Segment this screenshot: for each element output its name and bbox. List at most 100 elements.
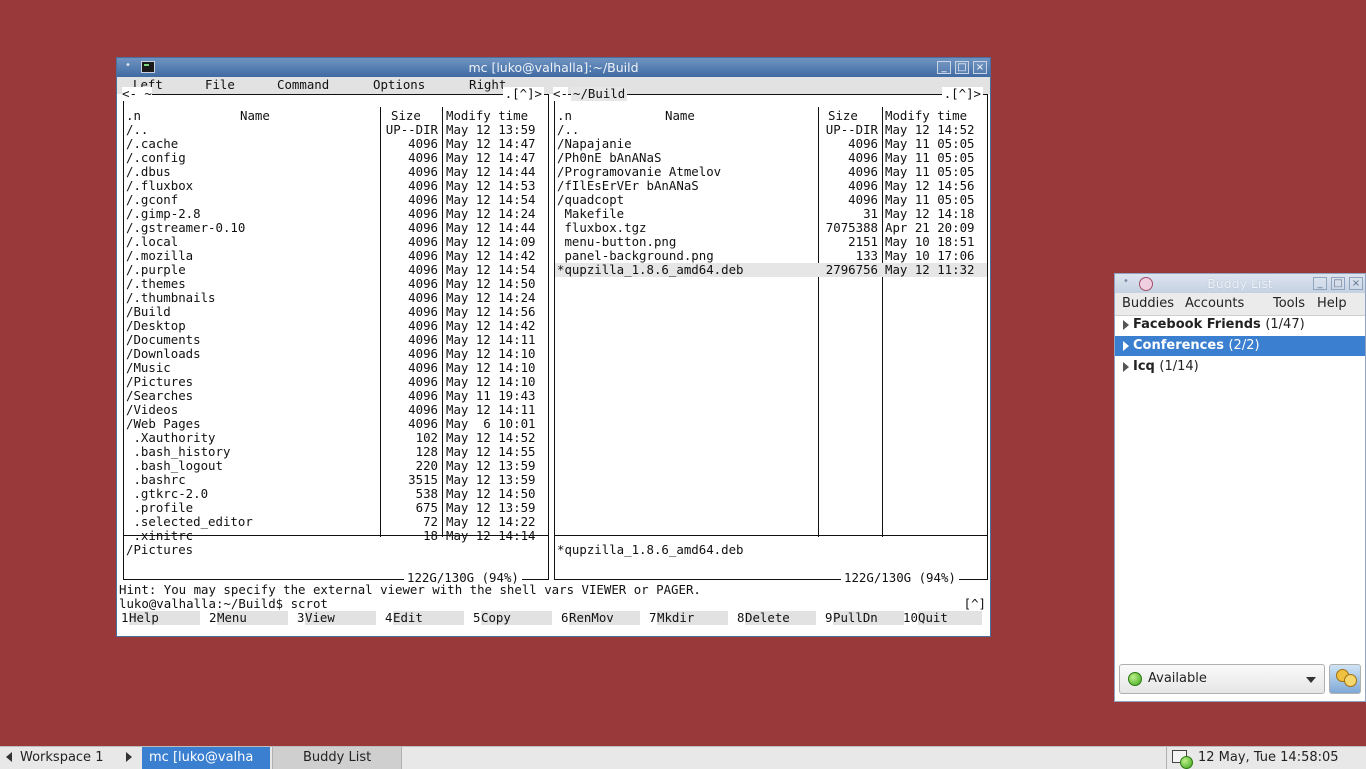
file-row[interactable]: /.config 4096 May 12 14:47	[124, 151, 548, 165]
file-row[interactable]: /Searches 4096 May 11 19:43	[124, 389, 548, 403]
fkey-view[interactable]: 3 View	[297, 611, 383, 626]
fkey-pulldn[interactable]: 9 PullDn	[825, 611, 911, 626]
file-row[interactable]: /Build 4096 May 12 14:56	[124, 305, 548, 319]
file-row[interactable]: panel-background.png 133 May 10 17:06	[555, 249, 987, 263]
task-mc[interactable]: mc [luko@valha	[142, 747, 270, 769]
fkey-quit[interactable]: 10 Quit	[903, 611, 990, 626]
fkey-menu[interactable]: 2 Menu	[209, 611, 295, 626]
expander-icon[interactable]	[1123, 320, 1129, 330]
mc-titlebar[interactable]: • mc [luko@valhalla]:~/Build _ □ ×	[117, 58, 990, 77]
right-panel-back[interactable]: <-	[553, 87, 568, 101]
maximize-icon[interactable]: □	[1331, 277, 1345, 290]
status-selector[interactable]: Available	[1119, 664, 1325, 694]
close-icon[interactable]: ×	[973, 61, 987, 74]
group-icq[interactable]: Icq (1/14)	[1115, 357, 1365, 377]
buddy-titlebar[interactable]: • Buddy List _ □ ×	[1115, 274, 1365, 293]
menu-options[interactable]: Options	[373, 78, 425, 92]
file-row[interactable]: /Downloads 4096 May 12 14:10	[124, 347, 548, 361]
minimize-icon[interactable]: _	[1313, 277, 1327, 290]
file-row[interactable]: fluxbox.tgz 7075388 Apr 21 20:09	[555, 221, 987, 235]
command-line-control[interactable]: [^]	[964, 597, 986, 611]
col-header-name[interactable]: Name	[240, 109, 270, 123]
file-row[interactable]: /.local 4096 May 12 14:09	[124, 235, 548, 249]
col-header-size[interactable]: Size	[391, 109, 421, 123]
file-row[interactable]: .profile 675 May 12 13:59	[124, 501, 548, 515]
file-row[interactable]: .gtkrc-2.0 538 May 12 14:50	[124, 487, 548, 501]
menu-command[interactable]: Command	[277, 78, 329, 92]
menu-help[interactable]: Help	[1317, 296, 1347, 311]
file-row[interactable]: /fIlEsErVEr bAnANaS 4096 May 12 14:56	[555, 179, 987, 193]
menu-tools[interactable]: Tools	[1273, 296, 1305, 311]
file-row[interactable]: /.. UP--DIR May 12 14:52	[555, 123, 987, 137]
file-row[interactable]: /.mozilla 4096 May 12 14:42	[124, 249, 548, 263]
minimize-icon[interactable]: _	[937, 61, 951, 74]
tray-pidgin-icon[interactable]	[1166, 747, 1193, 769]
file-row[interactable]: /Web Pages 4096 May 6 10:01	[124, 417, 548, 431]
file-row[interactable]: /Programovanie Atmelov 4096 May 11 05:05	[555, 165, 987, 179]
expander-icon[interactable]	[1123, 362, 1129, 372]
col-header-n[interactable]: .n	[557, 109, 572, 123]
file-row[interactable]: /.thumbnails 4096 May 12 14:24	[124, 291, 548, 305]
file-row[interactable]: /.fluxbox 4096 May 12 14:53	[124, 179, 548, 193]
menu-file[interactable]: File	[205, 78, 235, 92]
left-panel-path[interactable]: <- ~	[122, 87, 152, 101]
fkey-renmov[interactable]: 6 RenMov	[561, 611, 647, 626]
menu-right[interactable]: Right	[469, 78, 506, 92]
file-row[interactable]: /.. UP--DIR May 12 13:59	[124, 123, 548, 137]
file-row[interactable]: /.cache 4096 May 12 14:47	[124, 137, 548, 151]
col-header-time[interactable]: Modify time	[885, 109, 967, 123]
col-header-name[interactable]: Name	[665, 109, 695, 123]
file-row[interactable]: .xinitrc 18 May 12 14:14	[124, 529, 548, 543]
file-row[interactable]: /.gstreamer-0.10 4096 May 12 14:44	[124, 221, 548, 235]
fkey-delete[interactable]: 8 Delete	[737, 611, 823, 626]
workspace-label[interactable]: Workspace 1	[20, 750, 103, 765]
close-icon[interactable]: ×	[1349, 277, 1363, 290]
file-row[interactable]: /.dbus 4096 May 12 14:44	[124, 165, 548, 179]
file-row[interactable]: /Videos 4096 May 12 14:11	[124, 403, 548, 417]
command-line-input[interactable]: luko@valhalla:~/Build$ scrot	[119, 597, 328, 611]
file-row[interactable]: /Ph0nE bAnANaS 4096 May 11 05:05	[555, 151, 987, 165]
buddy-icon-button[interactable]	[1329, 664, 1361, 694]
file-row[interactable]: .selected_editor 72 May 12 14:22	[124, 515, 548, 529]
fkey-help[interactable]: 1 Help	[121, 611, 207, 626]
file-row[interactable]: /.themes 4096 May 12 14:50	[124, 277, 548, 291]
file-row[interactable]: /Napajanie 4096 May 11 05:05	[555, 137, 987, 151]
task-buddy-list[interactable]: Buddy List	[272, 747, 402, 769]
file-row[interactable]: /Music 4096 May 12 14:10	[124, 361, 548, 375]
left-panel-controls[interactable]: .[^]>	[502, 87, 544, 101]
expander-icon[interactable]	[1123, 341, 1129, 351]
file-row[interactable]: /.purple 4096 May 12 14:54	[124, 263, 548, 277]
fkey-copy[interactable]: 5 Copy	[473, 611, 559, 626]
file-row[interactable]: .bash_logout 220 May 12 13:59	[124, 459, 548, 473]
file-row[interactable]: /.gimp-2.8 4096 May 12 14:24	[124, 207, 548, 221]
fkey-edit[interactable]: 4 Edit	[385, 611, 471, 626]
menu-buddies[interactable]: Buddies	[1122, 296, 1174, 311]
file-row[interactable]: /Pictures 4096 May 12 14:10	[124, 375, 548, 389]
workspace-next-icon[interactable]	[126, 752, 132, 762]
file-row[interactable]: /quadcopt 4096 May 11 05:05	[555, 193, 987, 207]
file-size: 220	[415, 458, 438, 473]
file-row[interactable]: /Documents 4096 May 12 14:11	[124, 333, 548, 347]
left-panel[interactable]: <- ~ .[^]> .n Name Size Modify time /.. U…	[122, 87, 549, 585]
right-panel-path[interactable]: ~/Build	[571, 87, 628, 101]
group-facebook-friends[interactable]: Facebook Friends (1/47)	[1115, 315, 1365, 335]
menu-accounts[interactable]: Accounts	[1185, 296, 1244, 311]
right-panel[interactable]: <- ~/Build .[^]> .n Name Size Modify tim…	[553, 87, 988, 585]
file-row[interactable]: Makefile 31 May 12 14:18	[555, 207, 987, 221]
col-header-size[interactable]: Size	[828, 109, 858, 123]
workspace-prev-icon[interactable]	[6, 752, 12, 762]
file-row[interactable]: menu-button.png 2151 May 10 18:51	[555, 235, 987, 249]
col-header-time[interactable]: Modify time	[446, 109, 528, 123]
right-panel-controls[interactable]: .[^]>	[941, 87, 983, 101]
file-row[interactable]: *qupzilla_1.8.6_amd64.deb 2796756 May 12 1…	[555, 263, 987, 277]
maximize-icon[interactable]: □	[955, 61, 969, 74]
fkey-mkdir[interactable]: 7 Mkdir	[649, 611, 735, 626]
file-row[interactable]: .Xauthority 102 May 12 14:52	[124, 431, 548, 445]
file-row[interactable]: /.gconf 4096 May 12 14:54	[124, 193, 548, 207]
file-row[interactable]: .bashrc 3515 May 12 13:59	[124, 473, 548, 487]
col-header-n[interactable]: .n	[126, 109, 141, 123]
group-conferences[interactable]: Conferences (2/2)	[1115, 336, 1365, 356]
file-name: /..	[557, 122, 580, 137]
file-row[interactable]: .bash_history 128 May 12 14:55	[124, 445, 548, 459]
file-row[interactable]: /Desktop 4096 May 12 14:42	[124, 319, 548, 333]
